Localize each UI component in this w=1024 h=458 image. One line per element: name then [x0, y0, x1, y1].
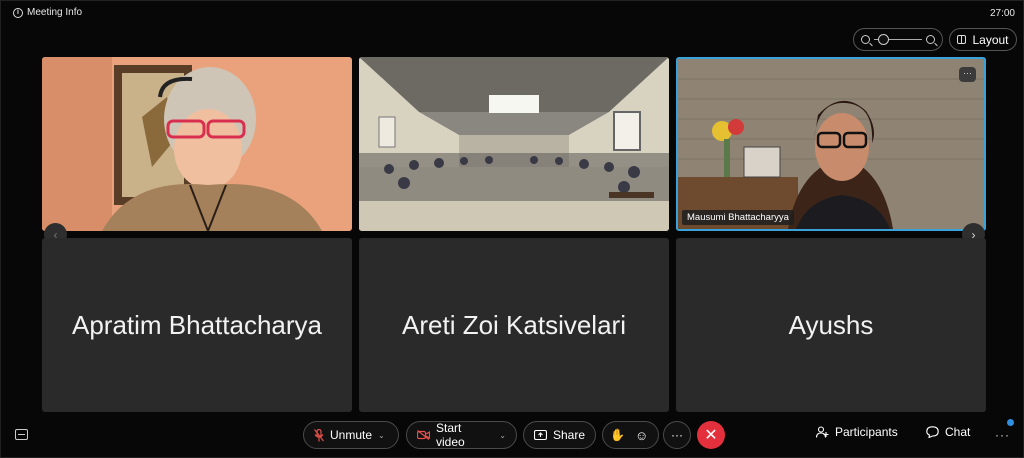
layout-button[interactable]: Layout [949, 28, 1017, 51]
participant-name: Apratim Bhattacharya [71, 309, 322, 340]
start-video-label: Start video [435, 421, 465, 449]
captions-icon[interactable] [15, 429, 28, 440]
reactions-group[interactable]: ✋ ☺ [602, 421, 659, 449]
unmute-label: Unmute [330, 428, 373, 442]
layout-label: Layout [972, 32, 1009, 47]
participant-tile[interactable]: Ayushs [676, 238, 986, 412]
more-options-button[interactable]: ··· [663, 421, 691, 449]
meeting-timer: 27:00 [989, 8, 1015, 19]
end-call-button[interactable]: ✕ [697, 421, 725, 449]
participants-button[interactable]: Participants [816, 425, 898, 439]
participant-name: Areti Zoi Katsivelari [402, 309, 626, 340]
video-tile-active-speaker[interactable]: ··· Mausumi Bhattacharyya [676, 57, 986, 231]
chat-label: Chat [945, 425, 971, 439]
participant-video [42, 57, 352, 231]
video-tile-classroom[interactable] [359, 57, 669, 231]
meeting-info-button[interactable]: i Meeting Info [13, 7, 82, 18]
share-button[interactable]: Share [523, 421, 596, 449]
participant-name: Ayushs [788, 309, 874, 340]
overflow-menu-button[interactable]: ··· [995, 428, 1010, 442]
tile-more-button[interactable]: ··· [959, 67, 976, 82]
info-icon: i [13, 7, 23, 18]
active-speaker-name: Mausumi Bhattacharyya [682, 210, 794, 225]
participant-video [678, 59, 984, 229]
meeting-info-label: Meeting Info [27, 7, 83, 18]
unmute-button[interactable]: Unmute ⌄ [303, 421, 399, 449]
emoji-reaction-icon[interactable]: ☺ [635, 428, 648, 443]
raise-hand-icon[interactable]: ✋ [610, 428, 625, 442]
chevron-down-icon[interactable]: ⌄ [378, 431, 385, 440]
notification-dot [1007, 419, 1014, 426]
camera-off-icon [417, 430, 430, 440]
microphone-muted-icon [314, 428, 324, 441]
zoom-slider[interactable] [853, 28, 943, 51]
zoom-track[interactable] [874, 34, 922, 45]
zoom-in-icon[interactable] [926, 35, 935, 44]
chat-button[interactable]: Chat [926, 425, 970, 439]
chat-icon [926, 426, 939, 438]
participant-tile[interactable]: Areti Zoi Katsivelari [359, 238, 669, 412]
share-screen-icon [534, 430, 547, 440]
share-label: Share [552, 428, 585, 442]
video-tile-woman-glasses[interactable] [42, 57, 352, 231]
start-video-button[interactable]: Start video ⌄ [406, 421, 517, 449]
participant-tile[interactable]: Apratim Bhattacharya [42, 238, 352, 412]
participants-icon [816, 426, 829, 438]
layout-icon [957, 35, 967, 44]
chevron-down-icon[interactable]: ⌄ [499, 431, 506, 440]
zoom-thumb[interactable] [878, 34, 889, 45]
zoom-out-icon[interactable] [861, 35, 870, 44]
participants-label: Participants [835, 425, 898, 439]
meeting-window: i Meeting Info 27:00 Layout ··· Mausumi … [0, 0, 1024, 458]
participant-video [359, 57, 669, 231]
